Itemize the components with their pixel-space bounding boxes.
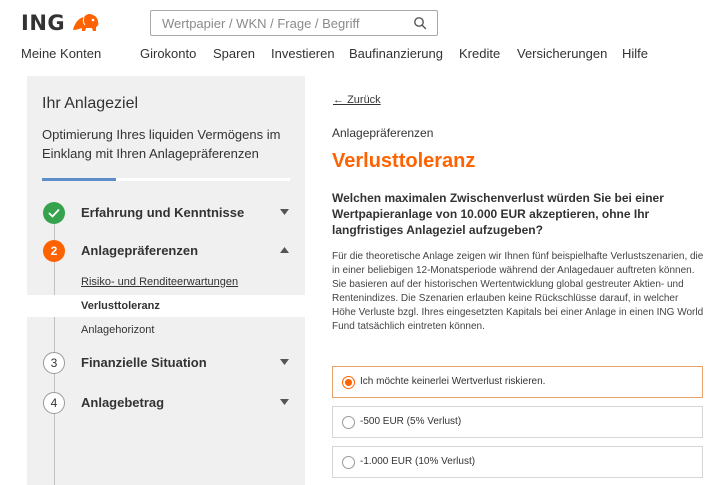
nav-meine-konten[interactable]: Meine Konten xyxy=(21,46,101,61)
nav-versicherungen[interactable]: Versicherungen xyxy=(517,46,607,61)
sidebar-subtitle: Optimierung Ihres liquiden Vermögens im … xyxy=(42,127,281,161)
question-description: Für die theoretische Anlage zeigen wir I… xyxy=(332,251,704,332)
nav-kredite[interactable]: Kredite xyxy=(459,46,500,61)
step-label: Erfahrung und Kenntnisse xyxy=(81,205,245,220)
check-icon xyxy=(48,208,60,218)
step-done-badge xyxy=(43,202,65,224)
nav-baufinanzierung[interactable]: Baufinanzierung xyxy=(349,46,443,61)
step-anlagepraeferenzen[interactable]: 2 Anlagepräferenzen xyxy=(27,238,305,266)
option-1000-eur-loss[interactable]: -1.000 EUR (10% Verlust) xyxy=(332,446,703,478)
main-navigation: Meine Konten Girokonto Sparen Investiere… xyxy=(0,46,720,66)
nav-sparen[interactable]: Sparen xyxy=(213,46,255,61)
section-label: Anlagepräferenzen xyxy=(332,126,434,140)
nav-hilfe[interactable]: Hilfe xyxy=(622,46,648,61)
sidebar-title: Ihr Anlageziel xyxy=(42,95,139,112)
radio-selected-dot xyxy=(345,379,352,386)
substep-verlusttoleranz[interactable]: Verlusttoleranz xyxy=(81,300,160,312)
back-link[interactable]: ← Zurück xyxy=(333,94,381,106)
ing-logo[interactable]: ING xyxy=(21,11,101,35)
lion-icon xyxy=(73,13,99,31)
search-icon[interactable] xyxy=(413,16,427,30)
logo-text: ING xyxy=(21,11,66,35)
progress-sidebar: Ihr Anlageziel Optimierung Ihres liquide… xyxy=(27,76,305,485)
step-label: Anlagepräferenzen xyxy=(81,243,199,258)
chevron-up-icon[interactable] xyxy=(280,247,289,253)
arrow-left-icon: ← xyxy=(333,94,344,106)
radio-button[interactable] xyxy=(342,416,355,429)
nav-investieren[interactable]: Investieren xyxy=(271,46,335,61)
option-500-eur-loss[interactable]: -500 EUR (5% Verlust) xyxy=(332,406,703,438)
step-number-badge: 4 xyxy=(43,392,65,414)
step-finanzielle-situation[interactable]: 3 Finanzielle Situation xyxy=(27,350,305,378)
search-input[interactable] xyxy=(162,15,402,31)
option-label: -1.000 EUR (10% Verlust) xyxy=(360,456,476,467)
step-anlagebetrag[interactable]: 4 Anlagebetrag xyxy=(27,390,305,418)
chevron-down-icon[interactable] xyxy=(280,209,289,215)
option-no-loss[interactable]: Ich möchte keinerlei Wertverlust riskier… xyxy=(332,366,703,398)
radio-button[interactable] xyxy=(342,376,355,389)
question-text: Welchen maximalen Zwischenverlust würden… xyxy=(332,191,664,237)
step-label: Anlagebetrag xyxy=(81,395,165,410)
progress-bar xyxy=(42,178,290,181)
chevron-down-icon[interactable] xyxy=(280,359,289,365)
page-title: Verlusttoleranz xyxy=(332,150,476,172)
step-label: Finanzielle Situation xyxy=(81,355,207,370)
substep-anlagehorizont[interactable]: Anlagehorizont xyxy=(81,324,154,336)
option-label: Ich möchte keinerlei Wertverlust riskier… xyxy=(360,376,546,387)
radio-button[interactable] xyxy=(342,456,355,469)
chevron-down-icon[interactable] xyxy=(280,399,289,405)
substep-risiko-und-renditeerwartungen[interactable]: Risiko- und Renditeerwartungen xyxy=(81,276,238,288)
step-number-badge: 2 xyxy=(43,240,65,262)
option-label: -500 EUR (5% Verlust) xyxy=(360,416,462,427)
substep-active-highlight xyxy=(27,295,305,317)
step-number-badge: 3 xyxy=(43,352,65,374)
search-box[interactable] xyxy=(150,10,438,36)
back-link-label: Zurück xyxy=(347,94,381,106)
nav-girokonto[interactable]: Girokonto xyxy=(140,46,196,61)
step-erfahrung-und-kenntnisse[interactable]: Erfahrung und Kenntnisse xyxy=(27,200,305,228)
progress-bar-fill xyxy=(42,178,117,181)
